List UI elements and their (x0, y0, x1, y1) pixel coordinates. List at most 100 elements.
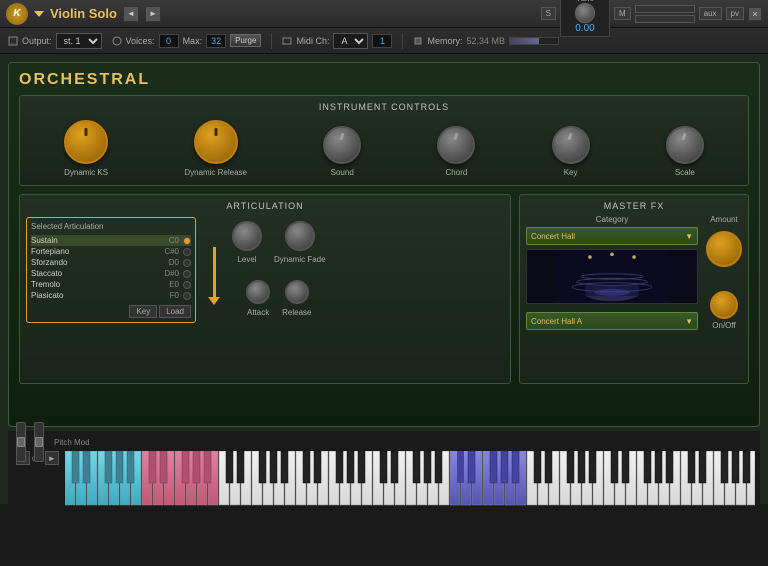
scale-knob[interactable] (666, 126, 704, 164)
hall-preview (526, 249, 698, 304)
key-label: Key (564, 168, 578, 177)
black-key[interactable] (149, 451, 156, 483)
black-key[interactable] (688, 451, 695, 483)
aux-button[interactable]: aux (699, 7, 722, 20)
art-row-piasicato[interactable]: Piasicato F0 (31, 290, 191, 301)
black-key[interactable] (589, 451, 596, 483)
oct-next-button[interactable]: ► (45, 451, 59, 465)
black-key[interactable] (358, 451, 365, 483)
black-key[interactable] (116, 451, 123, 483)
black-key[interactable] (622, 451, 629, 483)
chord-knob[interactable] (437, 126, 475, 164)
sound-group: Sound (323, 126, 361, 177)
category-dropdown[interactable]: Concert Hall ▼ (526, 227, 698, 245)
next-instrument-button[interactable]: ► (145, 6, 161, 22)
load-button[interactable]: Load (159, 305, 191, 318)
black-key[interactable] (534, 451, 541, 483)
black-key[interactable] (666, 451, 673, 483)
black-key[interactable] (259, 451, 266, 483)
m-button[interactable]: M (614, 7, 631, 20)
voices-icon (112, 36, 122, 46)
black-key[interactable] (160, 451, 167, 483)
art-row-tremolo[interactable]: Tremolo E0 (31, 279, 191, 290)
pitch-slider-1[interactable] (16, 422, 26, 462)
prev-instrument-button[interactable]: ◄ (123, 6, 139, 22)
black-key[interactable] (226, 451, 233, 483)
pv-button[interactable]: pv (726, 7, 744, 20)
dynamic-ks-knob[interactable] (64, 120, 108, 164)
black-key[interactable] (732, 451, 739, 483)
attack-knob[interactable] (246, 280, 270, 304)
black-key[interactable] (105, 451, 112, 483)
tune-knob[interactable] (575, 3, 595, 23)
art-row-staccato[interactable]: Staccato D#0 (31, 268, 191, 279)
instrument-controls: INSTRUMENT CONTROLS Dynamic KS Dynamic R… (19, 95, 749, 186)
fx-row: Category Concert Hall ▼ (526, 215, 742, 330)
scale-label: Scale (675, 168, 695, 177)
black-key[interactable] (490, 451, 497, 483)
voices-label: Voices: (126, 36, 155, 46)
black-key[interactable] (578, 451, 585, 483)
hall-name-dropdown[interactable]: Concert Hall A ▼ (526, 312, 698, 330)
black-key[interactable] (567, 451, 574, 483)
sound-knob[interactable] (323, 126, 361, 164)
black-key[interactable] (336, 451, 343, 483)
black-key[interactable] (391, 451, 398, 483)
black-key[interactable] (237, 451, 244, 483)
black-key[interactable] (468, 451, 475, 483)
piano-label-row: Pitch Mod (8, 433, 760, 451)
black-key[interactable] (380, 451, 387, 483)
black-key[interactable] (72, 451, 79, 483)
dynamic-release-knob[interactable] (194, 120, 238, 164)
piano-wrapper: ◄ oct ► (8, 451, 760, 513)
black-key[interactable] (644, 451, 651, 483)
purge-button[interactable]: Purge (230, 34, 261, 47)
black-key[interactable] (699, 451, 706, 483)
black-key[interactable] (347, 451, 354, 483)
dynamic-ks-group: Dynamic KS (64, 120, 108, 177)
hall-svg (527, 250, 697, 303)
amount-knob[interactable] (706, 231, 742, 267)
midi-channel-select[interactable]: A (333, 33, 368, 49)
black-key[interactable] (314, 451, 321, 483)
voices-group: Voices: 0 Max: 32 Purge (112, 34, 262, 48)
close-button[interactable]: × (748, 7, 762, 21)
dynamic-fade-knob[interactable] (285, 221, 315, 251)
black-key[interactable] (281, 451, 288, 483)
on-off-knob[interactable] (710, 291, 738, 319)
midi-icon (282, 36, 292, 46)
black-key[interactable] (501, 451, 508, 483)
black-key[interactable] (193, 451, 200, 483)
black-key[interactable] (83, 451, 90, 483)
art-led-fortepiano (183, 248, 191, 256)
art-row-sustain[interactable]: Sustain C0 (31, 235, 191, 246)
key-button[interactable]: Key (129, 305, 157, 318)
black-key[interactable] (413, 451, 420, 483)
output-select[interactable]: st. 1 (56, 33, 102, 49)
art-led-tremolo (183, 281, 191, 289)
black-key[interactable] (270, 451, 277, 483)
black-key[interactable] (655, 451, 662, 483)
black-key[interactable] (512, 451, 519, 483)
black-key[interactable] (182, 451, 189, 483)
pitch-slider-2[interactable] (34, 422, 44, 462)
release-knob[interactable] (285, 280, 309, 304)
art-row-sforzando[interactable]: Sforzando D0 (31, 257, 191, 268)
black-key[interactable] (127, 451, 134, 483)
black-key[interactable] (204, 451, 211, 483)
level-knob[interactable] (232, 221, 262, 251)
black-key[interactable] (721, 451, 728, 483)
key-knob[interactable] (552, 126, 590, 164)
black-key[interactable] (303, 451, 310, 483)
black-key[interactable] (611, 451, 618, 483)
black-key[interactable] (457, 451, 464, 483)
s-button[interactable]: S (541, 7, 556, 20)
black-key[interactable] (424, 451, 431, 483)
articulation-table: Sustain C0 Fortepiano C#0 Sforzando (31, 235, 191, 301)
black-key[interactable] (545, 451, 552, 483)
art-led-staccato (183, 270, 191, 278)
art-row-fortepiano[interactable]: Fortepiano C#0 (31, 246, 191, 257)
black-key[interactable] (743, 451, 750, 483)
output-group: ↔ Output: st. 1 (8, 33, 102, 49)
black-key[interactable] (435, 451, 442, 483)
